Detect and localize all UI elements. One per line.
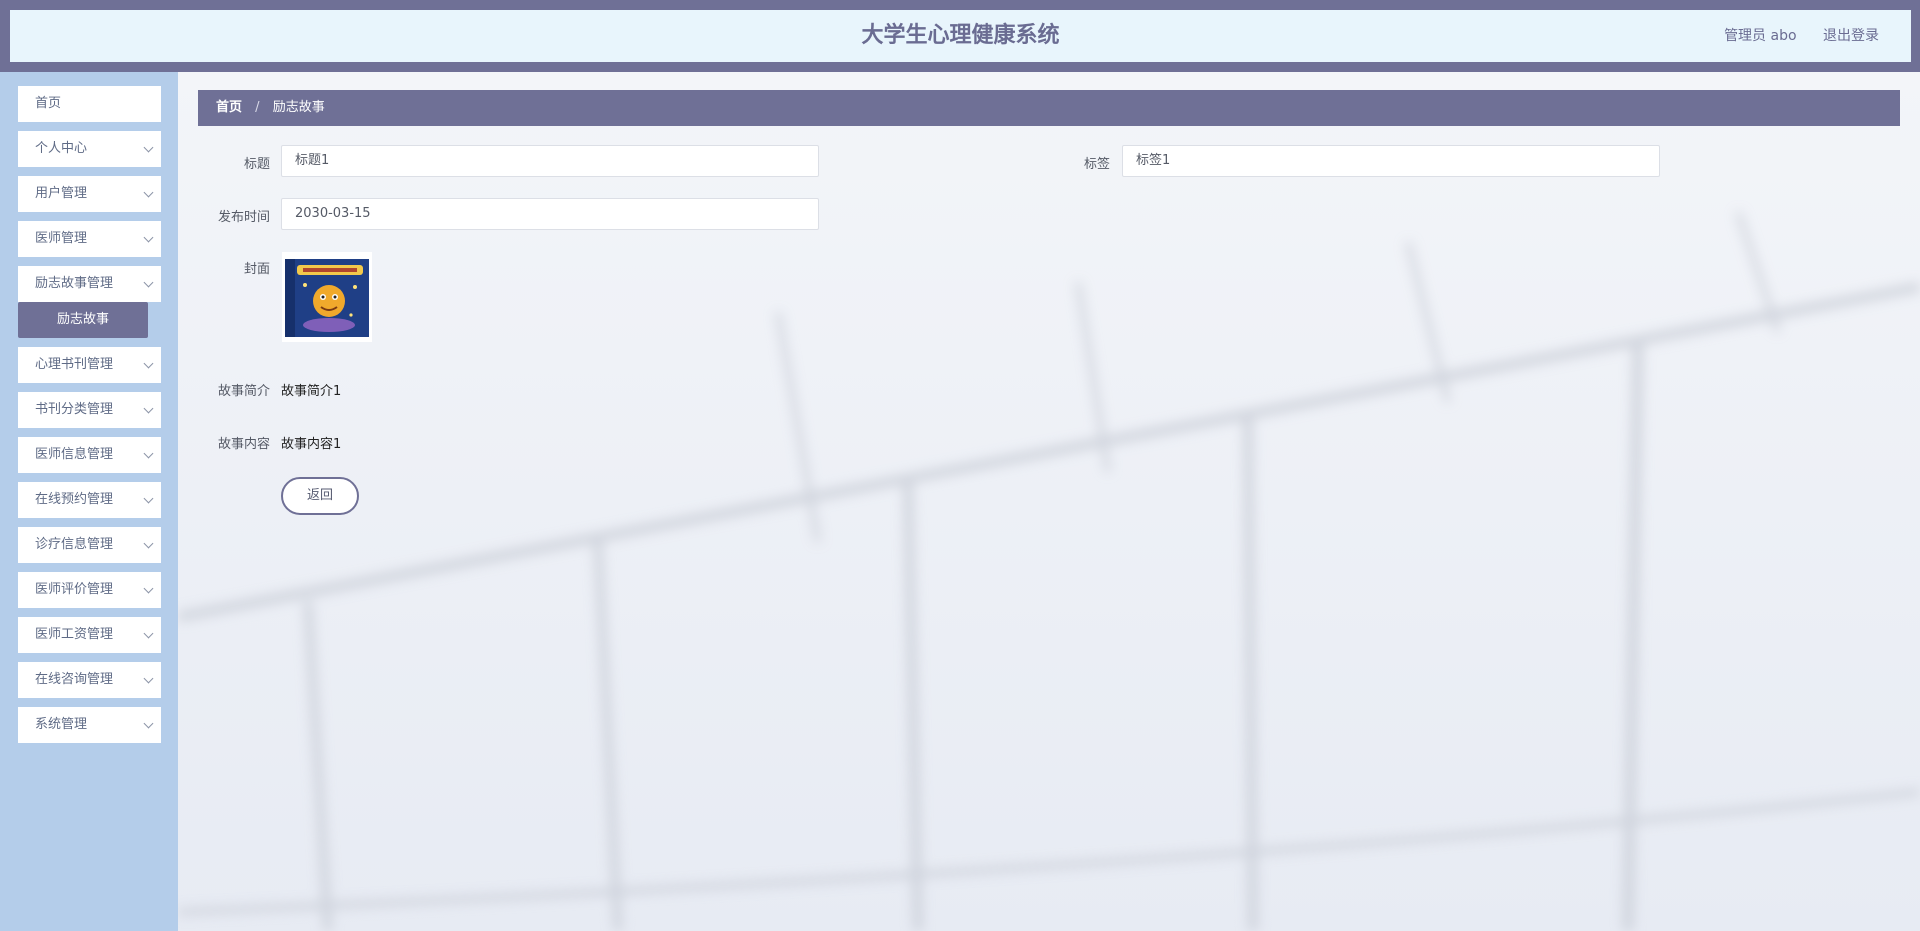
sidebar-item-doctor-management[interactable]: 医师管理 [18,221,161,257]
chevron-down-icon [143,538,154,549]
chevron-down-icon [143,718,154,729]
cover-image[interactable] [282,252,372,342]
sidebar: 首页 个人中心 用户管理 医师管理 励志故事管理 心理书刊管理 书刊分类管理 医… [0,72,178,931]
sidebar-item-doctor-salary[interactable]: 医师工资管理 [18,617,161,653]
sidebar-item-online-booking[interactable]: 在线预约管理 [18,482,161,518]
breadcrumb-separator: / [255,100,260,115]
sidebar-item-label: 心理书刊管理 [35,357,114,372]
breadcrumb-home[interactable]: 首页 [216,100,242,115]
sidebar-item-label: 首页 [35,96,62,111]
logout-link[interactable]: 退出登录 [1823,10,1879,62]
sidebar-item-label: 书刊分类管理 [35,402,114,417]
chevron-down-icon [143,403,154,414]
header-user-area: 管理员 abo 退出登录 [1724,10,1879,62]
publish-time-label: 发布时间 [217,210,270,225]
chevron-down-icon [143,628,154,639]
breadcrumb-current: 励志故事 [272,100,325,115]
sidebar-item-doctor-info[interactable]: 医师信息管理 [18,437,161,473]
sidebar-item-doctor-review[interactable]: 医师评价管理 [18,572,161,608]
content-value: 故事内容1 [281,437,342,452]
sidebar-item-label: 系统管理 [35,717,88,732]
cover-label: 封面 [243,262,270,277]
summary-label: 故事简介 [217,384,270,399]
chevron-down-icon [143,673,154,684]
chevron-down-icon [143,277,154,288]
sidebar-item-label: 医师管理 [35,231,88,246]
header: 大学生心理健康系统 管理员 abo 退出登录 [10,10,1911,62]
summary-value: 故事简介1 [281,384,342,399]
sidebar-item-home[interactable]: 首页 [18,86,161,122]
tag-label: 标签 [1083,157,1110,172]
current-user: 管理员 abo [1724,28,1797,44]
sidebar-item-diagnosis-info[interactable]: 诊疗信息管理 [18,527,161,563]
book-cover-icon [285,259,369,337]
sidebar-item-label: 医师信息管理 [35,447,114,462]
tag-field[interactable]: 标签1 [1122,145,1660,177]
main-content: 首页 / 励志故事 标题 标题1 标签 标签1 发布时间 2030-03-15 … [178,72,1920,931]
sidebar-item-user-management[interactable]: 用户管理 [18,176,161,212]
sidebar-item-label: 用户管理 [35,186,88,201]
title-field[interactable]: 标题1 [281,145,819,177]
app-title: 大学生心理健康系统 [861,23,1060,48]
sidebar-item-label: 诊疗信息管理 [35,537,114,552]
chevron-down-icon [143,142,154,153]
sidebar-item-label: 个人中心 [35,141,88,156]
sidebar-item-label: 医师评价管理 [35,582,114,597]
sidebar-item-journal-management[interactable]: 心理书刊管理 [18,347,161,383]
chevron-down-icon [143,358,154,369]
sidebar-item-system-management[interactable]: 系统管理 [18,707,161,743]
sidebar-item-label: 在线咨询管理 [35,672,114,687]
sidebar-item-label: 励志故事管理 [35,276,114,291]
sidebar-item-personal-center[interactable]: 个人中心 [18,131,161,167]
publish-time-field[interactable]: 2030-03-15 [281,198,819,230]
chevron-down-icon [143,493,154,504]
back-button[interactable]: 返回 [281,477,359,515]
sidebar-item-journal-category[interactable]: 书刊分类管理 [18,392,161,428]
breadcrumb: 首页 / 励志故事 [198,90,1900,126]
chevron-down-icon [143,187,154,198]
sidebar-item-story-management[interactable]: 励志故事管理 [18,266,161,302]
title-label: 标题 [243,157,270,172]
sidebar-item-label: 医师工资管理 [35,627,114,642]
chevron-down-icon [143,583,154,594]
sidebar-item-label: 在线预约管理 [35,492,114,507]
chevron-down-icon [143,232,154,243]
content-label: 故事内容 [217,437,270,452]
submenu-item-story[interactable]: 励志故事 [18,302,148,338]
sidebar-item-online-consult[interactable]: 在线咨询管理 [18,662,161,698]
chevron-down-icon [143,448,154,459]
